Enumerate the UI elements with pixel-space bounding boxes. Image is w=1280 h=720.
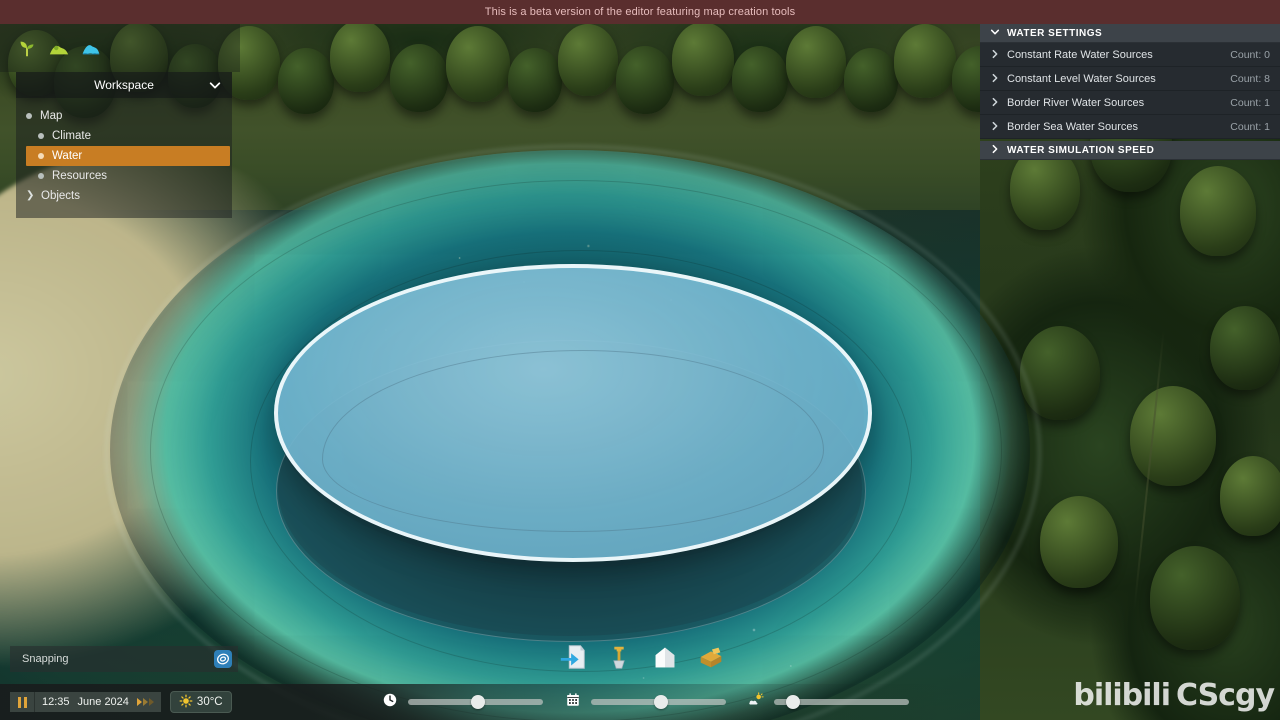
snapping-widget: Snapping (10, 646, 238, 672)
fast-forward-icon[interactable] (136, 698, 154, 706)
top-tool-strip (0, 24, 240, 72)
sidebar-item-label: Water (52, 150, 83, 162)
calendar-date: June 2024 (77, 696, 129, 708)
beta-banner-text: This is a beta version of the editor fea… (484, 6, 796, 18)
temperature-chip[interactable]: 30°C (169, 691, 232, 713)
node-dot-icon (38, 133, 44, 139)
sun-icon (179, 694, 193, 711)
date-slider-unit (565, 692, 726, 713)
row-count: Count: 8 (1230, 72, 1270, 85)
import-arrow-icon[interactable] (558, 642, 588, 672)
house-icon[interactable] (650, 642, 680, 672)
sidebar-item-objects[interactable]: ❯ Objects (16, 186, 232, 206)
sidebar-item-label: Objects (41, 190, 80, 202)
sidebar-item-water[interactable]: Water (26, 146, 230, 166)
beta-banner: This is a beta version of the editor fea… (0, 0, 1280, 24)
row-count: Count: 0 (1230, 48, 1270, 61)
sidebar-item-climate[interactable]: Climate (16, 126, 232, 146)
chevron-right-icon (990, 73, 1000, 85)
row-border-sea-water-sources[interactable]: Border Sea Water Sources Count: 1 (980, 115, 1280, 139)
temperature-value: 30°C (196, 696, 223, 708)
weather-slider-unit (748, 691, 909, 713)
section-water-settings[interactable]: WATER SETTINGS (980, 24, 1280, 43)
slider-knob[interactable] (785, 695, 800, 709)
section-label: WATER SETTINGS (1007, 27, 1103, 39)
row-label: Border Sea Water Sources (1007, 120, 1139, 133)
chevron-right-icon (990, 97, 1000, 109)
hill-icon[interactable] (48, 37, 70, 59)
crate-icon[interactable] (696, 642, 726, 672)
pause-icon[interactable] (10, 692, 34, 712)
row-count: Count: 1 (1230, 96, 1270, 109)
row-count: Count: 1 (1230, 120, 1270, 133)
node-dot-icon (38, 153, 44, 159)
environment-sliders (382, 691, 931, 713)
chevron-right-icon (990, 49, 1000, 61)
node-dot-icon (26, 113, 32, 119)
time-of-day-slider[interactable] (408, 695, 543, 709)
date-slider[interactable] (591, 695, 726, 709)
partly-cloudy-icon (748, 691, 764, 713)
watermark-text: CScgy (1176, 677, 1275, 713)
sprout-icon[interactable] (16, 37, 38, 59)
chevron-right-icon (990, 121, 1000, 133)
weather-slider[interactable] (774, 695, 909, 709)
slider-knob[interactable] (471, 695, 486, 709)
water-level-disc-gizmo[interactable] (270, 258, 872, 658)
snap-ellipse-icon[interactable] (214, 650, 232, 668)
chevron-right-icon: ❯ (26, 190, 35, 201)
section-label: WATER SIMULATION SPEED (1007, 144, 1155, 156)
editor-window: This is a beta version of the editor fea… (0, 0, 1280, 720)
disc-top-surface[interactable] (274, 264, 872, 562)
chevron-down-icon[interactable] (208, 78, 222, 95)
sidebar-item-resources[interactable]: Resources (16, 166, 232, 186)
watermark: bilibili CScgy (1044, 672, 1275, 718)
workspace-header[interactable]: Workspace (16, 72, 232, 98)
watermark-brand: bilibili (1073, 677, 1171, 713)
date-time-chip[interactable]: 12:35 June 2024 (34, 692, 161, 712)
clock-icon (382, 692, 398, 713)
chevron-right-icon (990, 144, 1000, 156)
water-icon[interactable] (80, 37, 102, 59)
shovel-icon[interactable] (604, 642, 634, 672)
sidebar-item-map[interactable]: Map (16, 106, 232, 126)
sidebar-item-label: Climate (52, 130, 91, 142)
chevron-down-icon (990, 27, 1000, 39)
sidebar-item-label: Map (40, 110, 63, 122)
tool-dock (548, 636, 734, 678)
workspace-title: Workspace (94, 78, 154, 92)
workspace-tree: Map Climate Water Resources ❯ Objects (16, 98, 232, 218)
row-label: Constant Level Water Sources (1007, 72, 1156, 85)
clock-time: 12:35 (42, 696, 70, 708)
time-controls: 12:35 June 2024 30°C (10, 691, 232, 713)
workspace-panel: Workspace Map Climate Water Resources ❯ … (16, 72, 232, 218)
row-constant-rate-water-sources[interactable]: Constant Rate Water Sources Count: 0 (980, 43, 1280, 67)
sidebar-item-label: Resources (52, 170, 107, 182)
row-label: Border River Water Sources (1007, 96, 1145, 109)
water-settings-panel: Water WATER SETTINGS Constant Rate Water… (980, 0, 1280, 168)
snapping-label: Snapping (22, 653, 69, 665)
disc-inner-contour (322, 350, 824, 532)
slider-knob[interactable] (654, 695, 669, 709)
calendar-icon (565, 692, 581, 713)
section-water-simulation-speed[interactable]: WATER SIMULATION SPEED (980, 141, 1280, 160)
row-constant-level-water-sources[interactable]: Constant Level Water Sources Count: 8 (980, 67, 1280, 91)
row-label: Constant Rate Water Sources (1007, 48, 1153, 61)
row-border-river-water-sources[interactable]: Border River Water Sources Count: 1 (980, 91, 1280, 115)
time-of-day-slider-unit (382, 692, 543, 713)
node-dot-icon (38, 173, 44, 179)
